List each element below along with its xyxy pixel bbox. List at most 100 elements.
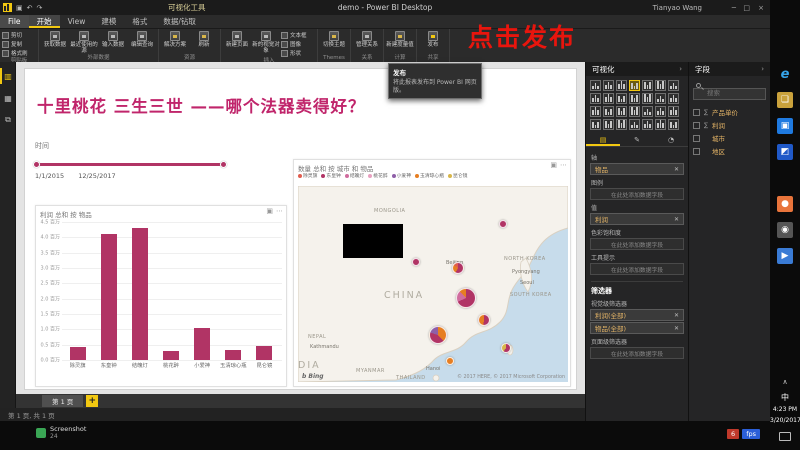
visual-type-icon[interactable]: [642, 93, 653, 104]
clock-date[interactable]: 3/20/2017: [770, 417, 800, 424]
add-page-button[interactable]: +: [86, 395, 98, 407]
bing-logo[interactable]: b Bing: [302, 373, 324, 380]
visual-type-icon[interactable]: [642, 80, 653, 91]
field-checkbox[interactable]: [693, 135, 700, 142]
camera-icon[interactable]: ◉: [777, 222, 793, 238]
visual-type-icon[interactable]: [603, 80, 614, 91]
date-slicer-visual[interactable]: 时间 1/1/2015 12/25/2017: [35, 141, 235, 193]
video-capture-icon[interactable]: ▶: [777, 248, 793, 264]
ribbon-button-新建度量值[interactable]: 新建度量值: [386, 31, 414, 54]
visual-type-icon[interactable]: [629, 93, 640, 104]
field-well-placeholder[interactable]: 在此处添加数据字段: [590, 347, 684, 359]
legend-item[interactable]: 小爱神: [392, 172, 411, 179]
ime-indicator[interactable]: 中: [770, 392, 800, 403]
visual-type-icon[interactable]: [616, 93, 627, 104]
ribbon-button-输入数据[interactable]: 输入数据: [99, 31, 127, 54]
undo-icon[interactable]: ↶: [27, 4, 33, 12]
legend-item[interactable]: 玉清琼心瓶: [415, 172, 444, 179]
visual-type-icon[interactable]: [668, 119, 679, 130]
legend-item[interactable]: 除灵旗: [298, 172, 317, 179]
map-pie-bubble[interactable]: [499, 220, 507, 228]
data-view-icon[interactable]: ▦: [0, 90, 16, 106]
map-pie-bubble[interactable]: [456, 288, 476, 308]
page-tab[interactable]: 第 1 页: [42, 395, 83, 407]
remove-field-icon[interactable]: ✕: [674, 216, 679, 223]
field-list-item[interactable]: ∑利润: [693, 119, 766, 132]
bar-昆仑镜[interactable]: [256, 346, 272, 360]
report-canvas[interactable]: 十里桃花 三生三世 ——哪个法器卖得好？ 时间 1/1/2015 12/25/2…: [16, 62, 585, 394]
redo-icon[interactable]: ↷: [37, 4, 43, 12]
screenshot-app-chip[interactable]: Screenshot 24: [36, 425, 86, 440]
report-view-icon[interactable]: ▥: [0, 68, 16, 84]
ribbon-button-解决方案[interactable]: 解决方案: [161, 31, 189, 54]
map-area[interactable]: MONGOLIACHINABeijingNORTH KOREAPyongyang…: [298, 186, 568, 382]
visual-type-icon[interactable]: [603, 119, 614, 130]
ribbon-button-编辑查询[interactable]: 编辑查询: [128, 31, 156, 54]
collapse-pane-icon[interactable]: ›: [761, 65, 764, 73]
visual-type-icon[interactable]: [629, 119, 640, 130]
ribbon-button-最近使用的源[interactable]: 最近使用的源: [70, 31, 98, 54]
bar-除灵旗[interactable]: [70, 347, 86, 360]
legend-item[interactable]: 结魄灯: [345, 172, 364, 179]
remove-field-icon[interactable]: ✕: [674, 325, 679, 332]
ribbon-button-管理关系[interactable]: 管理关系: [353, 31, 381, 54]
visual-type-icon[interactable]: [603, 93, 614, 104]
field-well-pill[interactable]: 利润✕: [590, 213, 684, 225]
field-search-input[interactable]: [693, 88, 766, 100]
visual-type-icon[interactable]: [668, 106, 679, 117]
bar-小爱神[interactable]: [194, 328, 210, 360]
focus-mode-icon[interactable]: ▣: [550, 161, 557, 169]
visual-type-icon[interactable]: [668, 93, 679, 104]
remove-field-icon[interactable]: ✕: [674, 312, 679, 319]
slicer-end-handle[interactable]: [220, 161, 227, 168]
field-well-placeholder[interactable]: 在此处添加数据字段: [590, 238, 684, 250]
close-icon[interactable]: ×: [758, 4, 764, 12]
field-well-pill[interactable]: 物品(全部)✕: [590, 322, 684, 334]
bar-桃花醉[interactable]: [163, 351, 179, 360]
minimize-icon[interactable]: ─: [732, 4, 736, 12]
visual-type-icon[interactable]: [590, 119, 601, 130]
ribbon-button-获取数据[interactable]: 获取数据: [41, 31, 69, 54]
ribbon-button-图像[interactable]: 图像: [281, 40, 315, 48]
signed-in-user[interactable]: Tianyao Wang: [653, 4, 702, 12]
tab-format-icon[interactable]: ✎: [620, 134, 654, 146]
bar-东皇钟[interactable]: [101, 234, 117, 360]
action-center-icon[interactable]: [779, 432, 791, 441]
ribbon-tab-数据/钻取[interactable]: 数据/钻取: [155, 15, 204, 28]
slicer-start-handle[interactable]: [33, 161, 40, 168]
visual-type-icon[interactable]: [655, 93, 666, 104]
legend-item[interactable]: 桃花醉: [368, 172, 387, 179]
field-well-pill[interactable]: 利润(全部)✕: [590, 309, 684, 321]
relationships-view-icon[interactable]: ⧉: [0, 112, 16, 128]
field-list-item[interactable]: 城市: [693, 132, 766, 145]
bar-chart-visual[interactable]: 利润 总和 按 物品 ▣ ⋯ 4.5 百万4.0 百万3.5 百万3.0 百万2…: [35, 205, 287, 387]
recorder-app-icon[interactable]: ●: [777, 196, 793, 212]
map-visual[interactable]: 数量 总和 按 城市 和 物品 ▣ ⋯ 除灵旗东皇钟结魄灯桃花醉小爱神玉清琼心瓶…: [293, 159, 571, 387]
visual-type-icon[interactable]: [616, 119, 627, 130]
legend-item[interactable]: 东皇钟: [321, 172, 340, 179]
bar-结魄灯[interactable]: [132, 228, 148, 360]
ribbon-button-复制[interactable]: 复制: [2, 40, 36, 48]
map-pie-bubble[interactable]: [501, 343, 511, 353]
field-checkbox[interactable]: [693, 148, 700, 155]
slicer-range-track[interactable]: [35, 163, 225, 166]
field-well-placeholder[interactable]: 在此处添加数据字段: [590, 263, 684, 275]
visual-type-icon[interactable]: [642, 119, 653, 130]
ribbon-button-文本框[interactable]: 文本框: [281, 31, 315, 39]
ribbon-button-格式刷[interactable]: 格式刷: [2, 49, 36, 57]
edge-browser-icon[interactable]: e: [777, 66, 793, 82]
slicer-end-date[interactable]: 12/25/2017: [78, 172, 115, 180]
field-checkbox[interactable]: [693, 122, 700, 129]
visual-type-icon[interactable]: [590, 106, 601, 117]
field-well-pill[interactable]: 物品✕: [590, 163, 684, 175]
tab-fields-icon[interactable]: ▤: [586, 134, 620, 146]
ribbon-tab-file[interactable]: File: [0, 15, 29, 28]
save-icon[interactable]: ▣: [16, 4, 23, 12]
ribbon-button-刷新[interactable]: 刷新: [190, 31, 218, 54]
ribbon-button-形状[interactable]: 形状: [281, 49, 315, 57]
field-list-item[interactable]: ∑产品单价: [693, 106, 766, 119]
bar-玉清琼心瓶[interactable]: [225, 350, 241, 360]
visual-type-icon[interactable]: [616, 106, 627, 117]
field-well-placeholder[interactable]: 在此处添加数据字段: [590, 188, 684, 200]
ribbon-button-新的视觉对象[interactable]: 新的视觉对象: [252, 31, 280, 57]
